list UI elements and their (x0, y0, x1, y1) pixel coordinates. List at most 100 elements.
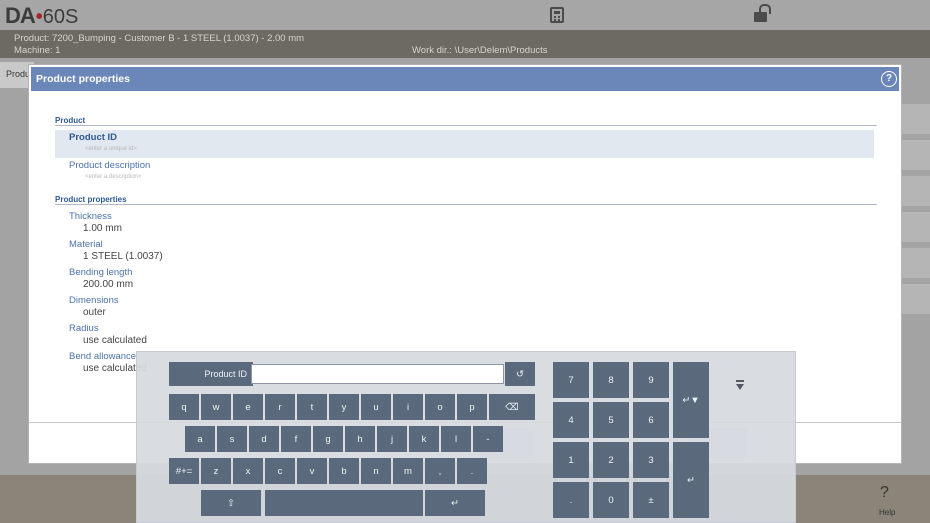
field-label: Thickness (69, 211, 112, 222)
key-c[interactable]: c (265, 458, 295, 484)
key-u[interactable]: u (361, 394, 391, 420)
numpad-key-3[interactable]: 3 (633, 442, 669, 478)
enter-button[interactable]: ↵ (425, 490, 485, 516)
calculator-icon[interactable] (550, 7, 564, 23)
key-v[interactable]: v (297, 458, 327, 484)
field-placeholder: <enter a unique id> (85, 146, 137, 152)
field-product-id[interactable]: Product ID <enter a unique id> (55, 130, 874, 158)
key-period[interactable]: . (457, 458, 487, 484)
numpad-key-0[interactable]: 0 (593, 482, 629, 518)
field-thickness[interactable]: Thickness 1.00 mm (55, 209, 874, 237)
section-title-product: Product (55, 116, 86, 125)
dialog-help-icon[interactable]: ? (881, 71, 897, 87)
key-a[interactable]: a (185, 426, 215, 452)
numpad-tab-button[interactable]: ↵▼ (673, 362, 709, 438)
help-label: Help (879, 508, 896, 517)
logo-version: 60S (42, 6, 79, 28)
key-z[interactable]: z (201, 458, 231, 484)
background-tile (902, 212, 930, 242)
work-dir-info: Work dir.: \User\Delem\Products (412, 45, 548, 56)
numpad-key-8[interactable]: 8 (593, 362, 629, 398)
key-d[interactable]: d (249, 426, 279, 452)
dialog-header: Product properties ? (31, 67, 899, 91)
field-value: 200.00 mm (83, 279, 134, 290)
key-i[interactable]: i (393, 394, 423, 420)
onscreen-keyboard: Product ID ↺ q w e r t y u i o p ⌫ a s d… (136, 351, 796, 523)
key-dash[interactable]: - (473, 426, 503, 452)
help-icon[interactable]: ? (880, 484, 889, 502)
field-product-description[interactable]: Product description <enter a description… (55, 158, 874, 186)
field-label: Bending length (69, 267, 133, 278)
logo-text: DA (5, 3, 36, 28)
numpad-key-6[interactable]: 6 (633, 402, 669, 438)
numpad-enter-button[interactable]: ↵ (673, 442, 709, 518)
key-g[interactable]: g (313, 426, 343, 452)
key-b[interactable]: b (329, 458, 359, 484)
key-l[interactable]: l (441, 426, 471, 452)
field-label: Product ID (69, 132, 118, 143)
logo: DA•60S (5, 3, 78, 29)
numpad-key-decimal[interactable]: . (553, 482, 589, 518)
keyboard-input-label: Product ID (169, 362, 253, 386)
numpad-key-5[interactable]: 5 (593, 402, 629, 438)
key-n[interactable]: n (361, 458, 391, 484)
section-divider (55, 125, 877, 126)
key-y[interactable]: y (329, 394, 359, 420)
undo-button[interactable]: ↺ (505, 362, 535, 386)
key-comma[interactable]: , (425, 458, 455, 484)
numpad-key-2[interactable]: 2 (593, 442, 629, 478)
key-m[interactable]: m (393, 458, 423, 484)
keyboard-input-field[interactable] (251, 364, 504, 384)
key-p[interactable]: p (457, 394, 487, 420)
field-radius[interactable]: Radius use calculated (55, 321, 874, 349)
dialog-title: Product properties (36, 73, 130, 85)
field-value: 1 STEEL (1.0037) (83, 251, 163, 262)
field-material[interactable]: Material 1 STEEL (1.0037) (55, 237, 874, 265)
machine-info: Machine: 1 (14, 45, 61, 56)
field-value: 1.00 mm (83, 223, 122, 234)
key-j[interactable]: j (377, 426, 407, 452)
logo-dot: • (35, 6, 43, 28)
key-s[interactable]: s (217, 426, 247, 452)
field-label: Radius (69, 323, 99, 334)
key-x[interactable]: x (233, 458, 263, 484)
field-value: use calculated (83, 335, 147, 346)
numpad-key-7[interactable]: 7 (553, 362, 589, 398)
section-divider (55, 204, 877, 205)
key-h[interactable]: h (345, 426, 375, 452)
numpad-key-9[interactable]: 9 (633, 362, 669, 398)
space-button[interactable] (265, 490, 423, 516)
field-placeholder: <enter a description> (85, 174, 142, 180)
key-f[interactable]: f (281, 426, 311, 452)
key-k[interactable]: k (409, 426, 439, 452)
background-tile (902, 284, 930, 314)
key-o[interactable]: o (425, 394, 455, 420)
key-q[interactable]: q (169, 394, 199, 420)
key-t[interactable]: t (297, 394, 327, 420)
field-label: Product description (69, 160, 151, 171)
backspace-button[interactable]: ⌫ (489, 394, 535, 420)
info-bar: Product: 7200_Bumping - Customer B - 1 S… (0, 30, 930, 58)
symbols-button[interactable]: #+= (169, 458, 199, 484)
field-dimensions[interactable]: Dimensions outer (55, 293, 874, 321)
key-w[interactable]: w (201, 394, 231, 420)
background-tile (902, 248, 930, 278)
section-title-properties: Product properties (55, 195, 127, 204)
numpad-key-1[interactable]: 1 (553, 442, 589, 478)
field-value: outer (83, 307, 106, 318)
background-tile (902, 140, 930, 170)
field-label: Dimensions (69, 295, 119, 306)
shift-button[interactable]: ⇧ (201, 490, 261, 516)
numpad-key-plus-minus[interactable]: ± (633, 482, 669, 518)
key-e[interactable]: e (233, 394, 263, 420)
background-tile (902, 176, 930, 206)
unlock-icon[interactable] (754, 4, 771, 22)
field-bending-length[interactable]: Bending length 200.00 mm (55, 265, 874, 293)
top-bar: DA•60S (0, 0, 930, 30)
field-label: Bend allowance (69, 351, 137, 362)
product-info: Product: 7200_Bumping - Customer B - 1 S… (14, 33, 305, 44)
collapse-keyboard-icon[interactable] (735, 380, 745, 390)
numpad-key-4[interactable]: 4 (553, 402, 589, 438)
background-tile (902, 104, 930, 134)
key-r[interactable]: r (265, 394, 295, 420)
